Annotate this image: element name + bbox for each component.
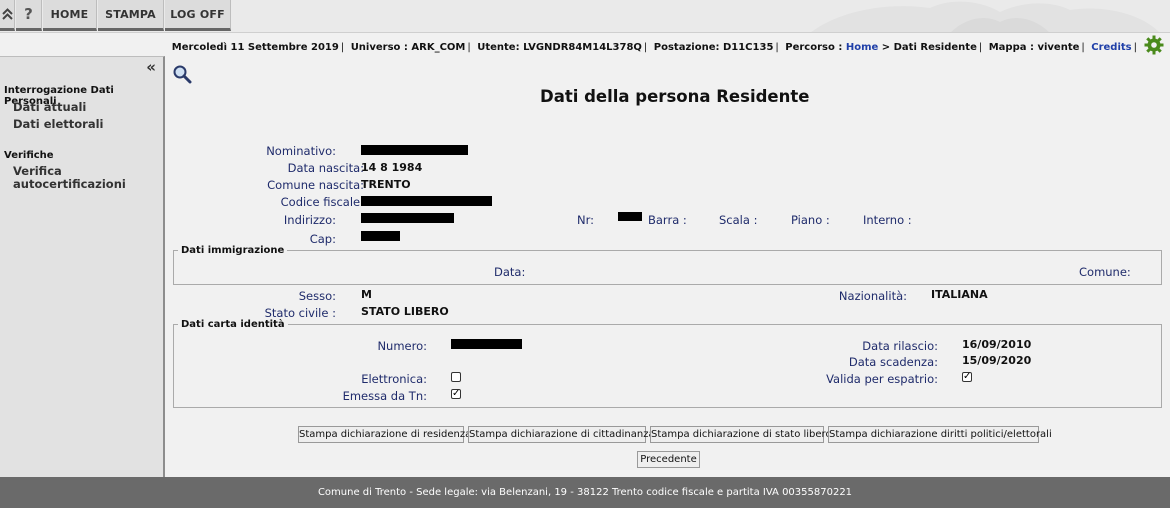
- carta-identita-legend: Dati carta identità: [181, 319, 285, 330]
- indirizzo-redacted: [361, 213, 454, 223]
- sesso-value: M: [361, 288, 372, 301]
- elettronica-label: Elettronica:: [361, 372, 427, 386]
- data-nascita-label: Data nascita:: [287, 161, 364, 175]
- stampa-residenza-button[interactable]: Stampa dichiarazione di residenza: [298, 426, 471, 443]
- comune-nascita-value: TRENTO: [361, 178, 411, 191]
- universo-label: Universo :: [350, 42, 408, 53]
- nominativo-redacted: [361, 145, 468, 155]
- valida-espatrio-checkbox: ✓: [962, 371, 972, 382]
- sidebar: « Interrogazione Dati Personali Dati att…: [0, 56, 165, 477]
- search-icon[interactable]: [172, 64, 192, 84]
- session-info-bar: Mercoledì 11 Settembre 2019 | Universo : …: [171, 42, 1137, 53]
- stampa-diritti-politici-button[interactable]: Stampa dichiarazione diritti politici/el…: [828, 426, 1052, 443]
- sidebar-section-verifiche: Verifiche: [4, 150, 54, 161]
- nazionalita-value: ITALIANA: [931, 288, 988, 301]
- stato-civile-label: Stato civile :: [264, 306, 336, 320]
- nr-label: Nr:: [577, 213, 595, 227]
- nominativo-label: Nominativo:: [266, 144, 336, 158]
- sesso-label: Sesso:: [298, 289, 336, 303]
- piano-label: Piano :: [791, 213, 830, 227]
- postazione-label: Postazione:: [653, 42, 720, 53]
- barra-label: Barra :: [648, 213, 687, 227]
- credits-link[interactable]: Credits: [1091, 42, 1131, 53]
- nazionalita-label: Nazionalità:: [838, 289, 907, 303]
- nr-redacted: [618, 212, 642, 221]
- precedente-button[interactable]: Precedente: [637, 451, 700, 468]
- sidebar-item-dati-attuali[interactable]: Dati attuali: [13, 101, 86, 114]
- eagle-watermark: [811, 1, 1159, 32]
- stato-civile-value: STATO LIBERO: [361, 305, 449, 318]
- emessa-tn-label: Emessa da Tn:: [342, 389, 427, 403]
- codice-fiscale-redacted: [361, 196, 492, 206]
- current-date: Mercoledì 11 Settembre 2019: [171, 42, 339, 53]
- mappa-label: Mappa :: [988, 42, 1034, 53]
- valida-espatrio-label: Valida per espatrio:: [826, 372, 938, 386]
- postazione-value: D11C135: [722, 42, 774, 53]
- breadcrumb-home-link[interactable]: Home: [846, 42, 878, 53]
- utente-label: Utente:: [477, 42, 520, 53]
- data-scadenza-label: Data scadenza:: [848, 355, 938, 369]
- stampa-stato-libero-button[interactable]: Stampa dichiarazione di stato libero: [650, 426, 832, 443]
- immigrazione-legend: Dati immigrazione: [181, 245, 285, 256]
- immigrazione-fieldset: Dati immigrazione: [173, 245, 1162, 285]
- emessa-tn-checkbox: ✓: [451, 388, 461, 399]
- chevron-up-icon[interactable]: [0, 0, 15, 31]
- indirizzo-label: Indirizzo:: [283, 213, 336, 227]
- cap-label: Cap:: [309, 232, 336, 246]
- cap-redacted: [361, 231, 400, 241]
- utente-value: LVGNDR84M14L378Q: [523, 42, 642, 53]
- breadcrumb-current: > Dati Residente: [881, 42, 977, 53]
- logoff-button[interactable]: LOG OFF: [165, 0, 231, 31]
- collapse-sidebar-icon[interactable]: «: [146, 60, 156, 75]
- percorso-label: Percorso :: [785, 42, 843, 53]
- immigrazione-comune-label: Comune:: [1079, 265, 1131, 279]
- immigrazione-data-label: Data:: [494, 265, 526, 279]
- sidebar-item-verifica-line2[interactable]: autocertificazioni: [13, 178, 126, 191]
- comune-nascita-label: Comune nascita:: [267, 178, 364, 192]
- codice-fiscale-label: Codice fiscale:: [280, 195, 364, 209]
- sidebar-item-dati-elettorali[interactable]: Dati elettorali: [13, 118, 104, 131]
- data-rilascio-label: Data rilascio:: [862, 339, 938, 353]
- elettronica-checkbox: [451, 372, 461, 382]
- mappa-value: vivente: [1037, 42, 1080, 53]
- stampa-button[interactable]: STAMPA: [98, 0, 164, 31]
- gear-icon[interactable]: [1144, 35, 1164, 55]
- footer: Comune di Trento - Sede legale: via Bele…: [0, 477, 1170, 508]
- data-nascita-value: 14 8 1984: [361, 161, 423, 174]
- interno-label: Interno :: [863, 213, 912, 227]
- numero-redacted: [451, 339, 522, 349]
- scala-label: Scala :: [719, 213, 758, 227]
- numero-label: Numero:: [377, 339, 427, 353]
- data-scadenza-value: 15/09/2020: [962, 354, 1032, 367]
- stampa-cittadinanza-button[interactable]: Stampa dichiarazione di cittadinanza: [468, 426, 655, 443]
- data-rilascio-value: 16/09/2010: [962, 338, 1032, 351]
- top-navigation: ? HOME STAMPA LOG OFF: [0, 0, 1170, 33]
- page-title: Dati della persona Residente: [540, 87, 810, 106]
- universo-value: ARK_COM: [411, 42, 466, 53]
- help-icon[interactable]: ?: [16, 0, 42, 31]
- home-button[interactable]: HOME: [43, 0, 97, 31]
